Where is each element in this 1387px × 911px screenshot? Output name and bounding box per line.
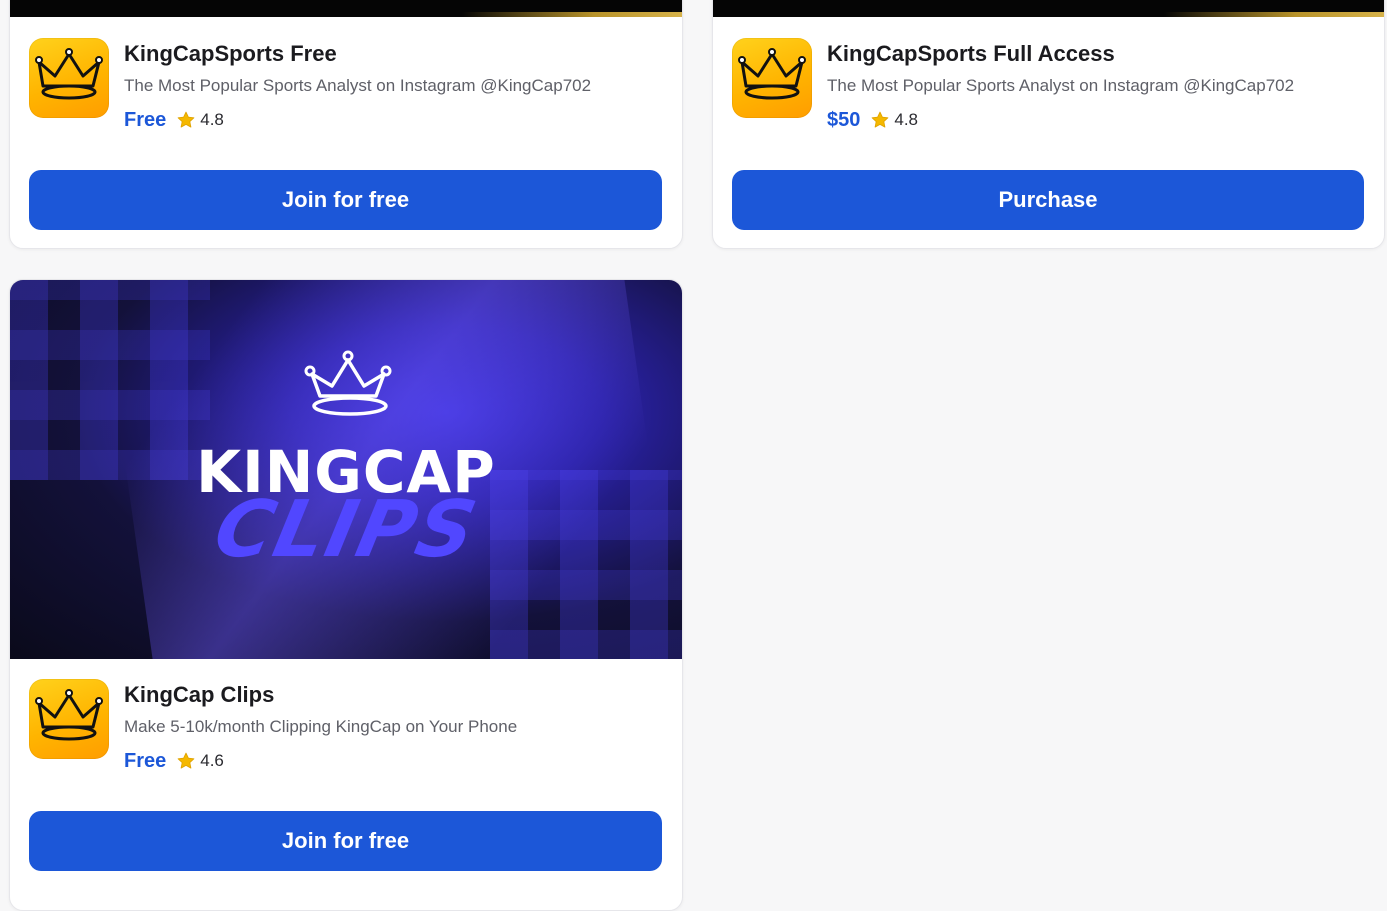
star-icon <box>177 111 195 128</box>
product-banner <box>713 0 1384 17</box>
product-meta: Free 4.8 <box>124 106 224 134</box>
crown-icon <box>732 38 812 118</box>
product-description: The Most Popular Sports Analyst on Insta… <box>124 76 592 95</box>
product-card-kingcap-clips[interactable]: KINGCAP CLIPS KingCap Clips Make 5-10k/m… <box>9 279 683 911</box>
product-description: The Most Popular Sports Analyst on Insta… <box>827 76 1295 95</box>
crown-icon <box>304 350 392 416</box>
product-price: Free <box>124 749 167 772</box>
star-icon <box>872 111 889 128</box>
join-for-free-button[interactable]: Join for free <box>29 811 662 871</box>
banner-logo-script: CLIPS <box>206 485 486 575</box>
product-rating: 4.8 <box>200 110 224 129</box>
product-description: Make 5-10k/month Clipping KingCap on You… <box>124 717 518 736</box>
product-price: $50 <box>827 108 861 131</box>
join-for-free-button[interactable]: Join for free <box>29 170 662 230</box>
product-meta: Free 4.6 <box>124 747 224 775</box>
purchase-button[interactable]: Purchase <box>732 170 1364 230</box>
product-title: KingCapSports Free <box>124 41 337 66</box>
crown-icon <box>29 679 109 759</box>
product-title: KingCap Clips <box>124 682 275 707</box>
product-title: KingCapSports Full Access <box>827 41 1115 66</box>
product-card-kingcapsports-free[interactable]: KingCapSports Free The Most Popular Spor… <box>9 0 683 249</box>
star-icon <box>177 752 195 769</box>
product-card-kingcapsports-full-access[interactable]: KingCapSports Full Access The Most Popul… <box>712 0 1385 249</box>
crown-icon <box>29 38 109 118</box>
product-banner-image: KINGCAP CLIPS <box>10 280 682 659</box>
product-rating: 4.6 <box>200 751 224 770</box>
product-banner <box>10 0 682 17</box>
product-meta: $50 4.8 <box>827 106 918 134</box>
product-rating: 4.8 <box>894 110 919 129</box>
product-price: Free <box>124 108 167 131</box>
